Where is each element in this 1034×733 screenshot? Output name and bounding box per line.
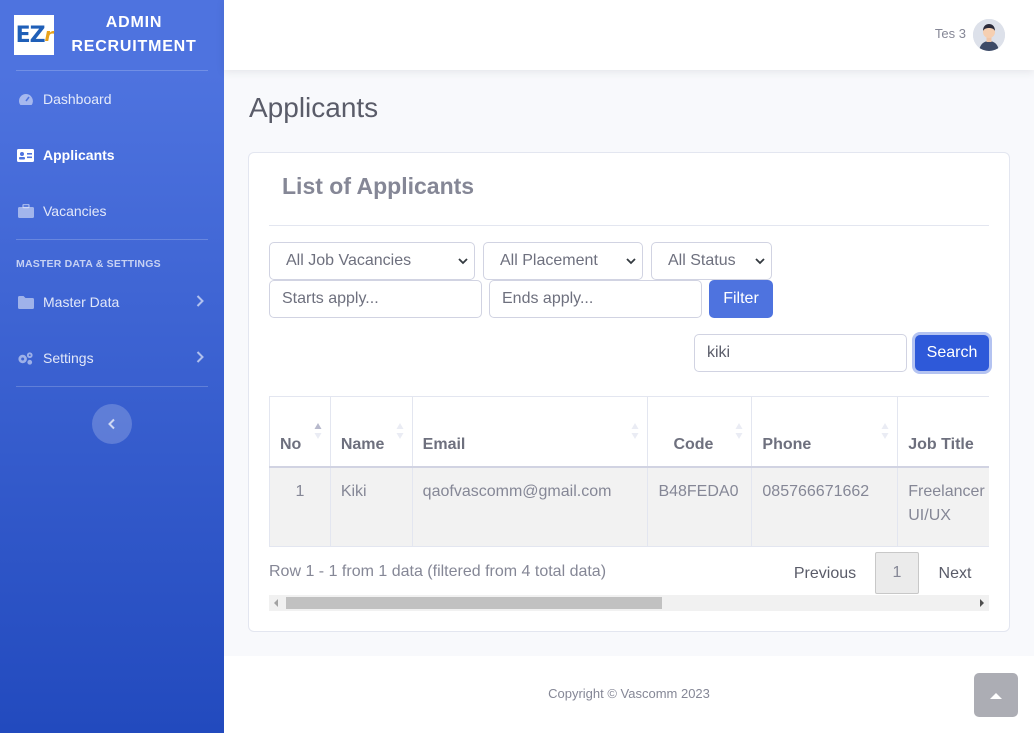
- cell-name: Kiki: [329, 466, 413, 547]
- user-name[interactable]: Tes 3: [935, 26, 966, 41]
- table-header-row: No Name Email Code Phone Job Title: [269, 396, 989, 468]
- column-header-code[interactable]: Code: [647, 396, 753, 468]
- card-divider: [269, 225, 989, 226]
- chevron-right-icon: [196, 351, 204, 363]
- sort-icon: [396, 423, 404, 439]
- sidebar-heading: MASTER DATA & SETTINGS: [16, 258, 161, 270]
- scroll-right-icon[interactable]: [980, 599, 984, 607]
- sidebar-toggle-button[interactable]: [92, 404, 132, 444]
- scroll-to-top-button[interactable]: [974, 673, 1018, 717]
- applicants-card: List of Applicants All Job Vacancies All…: [248, 152, 1010, 632]
- cell-code: B48FEDA0: [647, 466, 753, 547]
- chevron-up-icon: [990, 692, 1002, 699]
- column-header-job-title[interactable]: Job Title: [897, 396, 989, 468]
- search-button[interactable]: Search: [915, 335, 989, 371]
- sidebar-item-label: Applicants: [43, 147, 115, 163]
- horizontal-scrollbar[interactable]: [269, 595, 989, 611]
- page-button-current[interactable]: 1: [875, 552, 919, 594]
- id-card-icon: [17, 148, 34, 162]
- chevron-down-icon: [626, 258, 636, 265]
- search-input[interactable]: kiki: [694, 334, 907, 372]
- user-avatar[interactable]: [973, 19, 1005, 51]
- sidebar-item-vacancies[interactable]: Vacancies: [0, 183, 224, 239]
- page-title: Applicants: [249, 92, 379, 123]
- status-select[interactable]: All Status: [651, 242, 772, 280]
- sidebar-item-settings[interactable]: Settings: [0, 330, 224, 386]
- applicants-table: No Name Email Code Phone Job Title 1 Kik…: [269, 396, 989, 548]
- sort-icon: [314, 423, 322, 439]
- job-vacancies-select[interactable]: All Job Vacancies: [269, 242, 475, 280]
- column-header-name[interactable]: Name: [329, 396, 413, 468]
- brand[interactable]: EZ r ADMIN RECRUITMENT: [0, 0, 224, 70]
- ends-apply-input[interactable]: Ends apply...: [489, 280, 702, 318]
- previous-page-button[interactable]: Previous: [785, 553, 865, 595]
- card-title: List of Applicants: [282, 173, 475, 199]
- folder-icon: [17, 295, 34, 309]
- brand-logo: EZ r: [14, 15, 54, 55]
- copyright-text: Copyright © Vascomm 2023: [548, 686, 710, 701]
- cell-no: 1: [269, 466, 331, 547]
- sidebar: EZ r ADMIN RECRUITMENT Dashboard Applican…: [0, 0, 224, 733]
- chevron-down-icon: [458, 258, 468, 265]
- table-info: Row 1 - 1 from 1 data (filtered from 4 t…: [269, 563, 607, 580]
- briefcase-icon: [17, 204, 34, 218]
- sidebar-item-applicants[interactable]: Applicants: [0, 127, 224, 183]
- sort-icon: [631, 423, 639, 439]
- tachometer-icon: [17, 92, 34, 106]
- topbar: Tes 3: [224, 0, 1034, 70]
- scroll-left-icon[interactable]: [274, 599, 278, 607]
- sidebar-item-label: Settings: [43, 350, 94, 366]
- column-header-no[interactable]: No: [269, 396, 331, 468]
- cell-email: qaofvascomm@gmail.com: [411, 466, 649, 547]
- cogs-icon: [17, 351, 34, 365]
- sidebar-item-dashboard[interactable]: Dashboard: [0, 71, 224, 127]
- sidebar-item-label: Dashboard: [43, 91, 112, 107]
- sidebar-divider: [16, 386, 208, 387]
- chevron-down-icon: [755, 258, 765, 265]
- cell-phone: 085766671662: [751, 466, 899, 547]
- column-header-phone[interactable]: Phone: [751, 396, 899, 468]
- footer: Copyright © Vascomm 2023: [224, 656, 1034, 733]
- chevron-left-icon: [108, 418, 115, 430]
- placement-select[interactable]: All Placement: [483, 242, 643, 280]
- starts-apply-input[interactable]: Starts apply...: [269, 280, 482, 318]
- table-row[interactable]: 1 Kiki qaofvascomm@gmail.com B48FEDA0 08…: [269, 466, 989, 547]
- scrollbar-thumb[interactable]: [286, 597, 662, 609]
- sidebar-item-label: Master Data: [43, 294, 120, 310]
- sidebar-item-master-data[interactable]: Master Data: [0, 274, 224, 330]
- filter-button[interactable]: Filter: [709, 280, 773, 318]
- sort-icon: [735, 423, 743, 439]
- chevron-right-icon: [196, 295, 204, 307]
- brand-title: ADMIN RECRUITMENT: [71, 14, 197, 55]
- next-page-button[interactable]: Next: [929, 553, 981, 595]
- sort-icon: [881, 423, 889, 439]
- cell-job-title: Freelancer UI/UX: [897, 466, 989, 547]
- sidebar-item-label: Vacancies: [43, 203, 107, 219]
- column-header-email[interactable]: Email: [411, 396, 649, 468]
